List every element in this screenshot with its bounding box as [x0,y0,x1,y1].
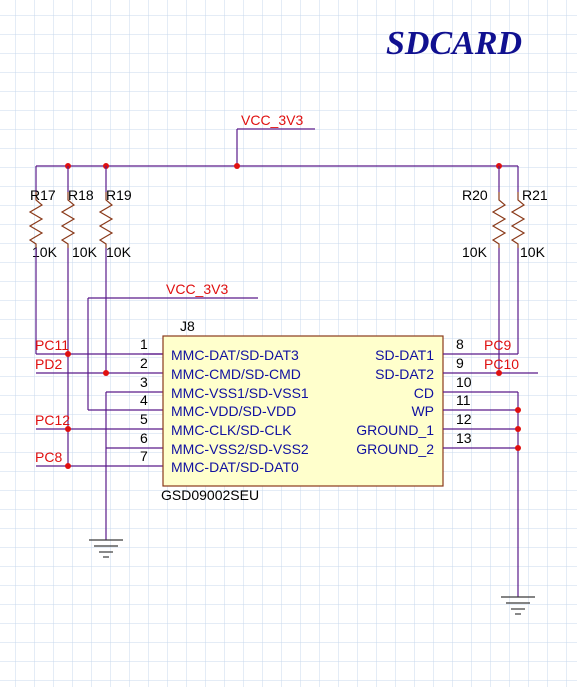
connector-ref: J8 [180,318,195,334]
pin-name: MMC-DAT/SD-DAT3 [171,347,299,363]
pin-name: MMC-DAT/SD-DAT0 [171,459,299,475]
sheet-title: SDCARD [386,25,522,62]
pin-number: 3 [140,374,148,390]
pin-number: 1 [140,336,148,352]
pin-name: SD-DAT2 [375,366,434,382]
resistor-r18-ref: R18 [68,187,94,203]
pin-number: 11 [456,392,471,408]
net-label-pc11: PC11 [35,337,69,353]
junction-dot [515,407,521,413]
pin-name: CD [414,385,434,401]
vcc-top-label: VCC_3V3 [241,112,303,128]
resistor-r19-ref: R19 [106,187,132,203]
pin-name: MMC-CLK/SD-CLK [171,422,292,438]
pin-number: 2 [140,355,148,371]
pin-name: WP [411,403,434,419]
pin-number: 8 [456,336,464,352]
resistor-r19-value: 10K [106,244,132,260]
pin-name: GROUND_2 [356,441,434,457]
pin-number: 6 [140,430,148,446]
pin-number: 12 [456,411,472,427]
net-label-pd2: PD2 [35,356,62,372]
resistor-r17-ref: R17 [30,187,56,203]
pin-number: 9 [456,355,464,371]
junction-dot [234,163,240,169]
schematic-canvas: SDCARD VCC_3V3 R17 R18 R19 R20 R21 10K 1… [0,0,577,687]
schematic-svg: SDCARD VCC_3V3 R17 R18 R19 R20 R21 10K 1… [0,0,577,687]
resistor-r20-value: 10K [462,244,488,260]
net-label-pc9: PC9 [484,337,511,353]
pin-name: MMC-VSS1/SD-VSS1 [171,385,309,401]
connector-part: GSD09002SEU [161,487,259,503]
resistor-r18-value: 10K [72,244,98,260]
resistor-r20-ref: R20 [462,187,488,203]
pin-name: GROUND_1 [356,422,434,438]
pin-number: 13 [456,430,472,446]
pin-number: 7 [140,448,148,464]
junction-dot [515,426,521,432]
pin-number: 4 [140,392,148,408]
resistor-r21-value: 10K [520,244,546,260]
net-label-pc8: PC8 [35,449,62,465]
resistor-r21-ref: R21 [522,187,548,203]
junction-dot [65,463,71,469]
pin-name: SD-DAT1 [375,347,434,363]
pin-number: 10 [456,374,472,390]
vcc-mid-label: VCC_3V3 [166,281,228,297]
junction-dot [103,370,109,376]
junction-dot [515,445,521,451]
pin-name: MMC-VSS2/SD-VSS2 [171,441,309,457]
net-label-pc10: PC10 [484,356,519,372]
pin-number: 5 [140,411,148,427]
pin-name: MMC-VDD/SD-VDD [171,403,296,419]
pin-name: MMC-CMD/SD-CMD [171,366,301,382]
net-label-pc12: PC12 [35,412,70,428]
